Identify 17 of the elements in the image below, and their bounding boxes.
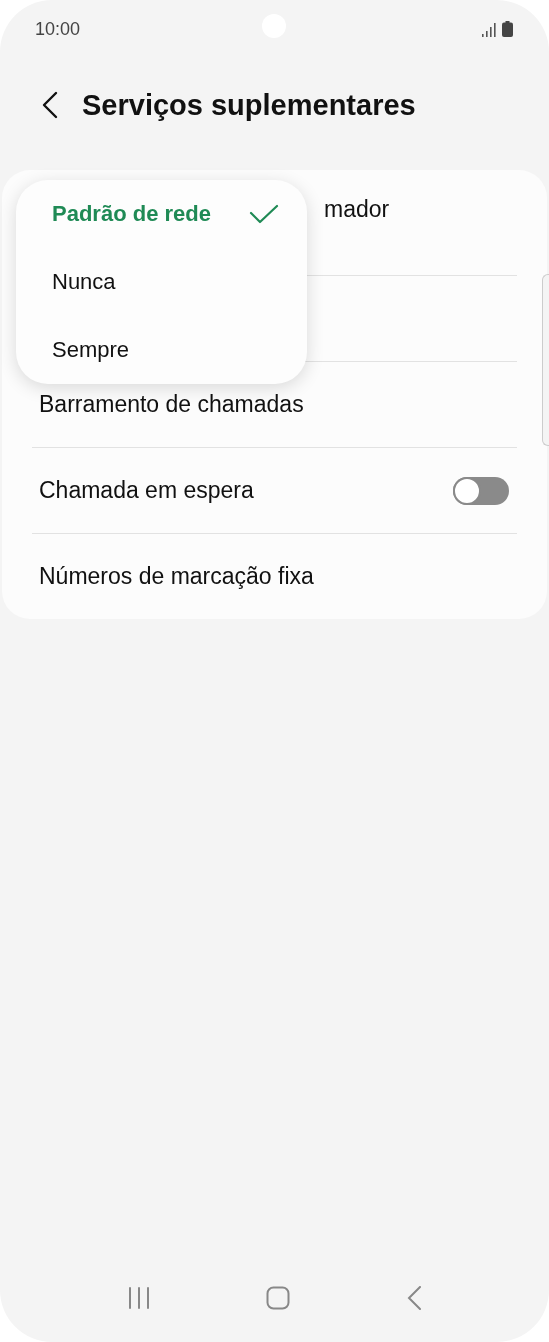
setting-label[interactable]: mador <box>324 196 390 223</box>
edge-handle[interactable] <box>542 274 549 446</box>
setting-label[interactable]: Números de marcação fixa <box>39 563 314 590</box>
setting-label[interactable]: Chamada em espera <box>39 477 254 504</box>
menu-option[interactable]: Nunca <box>52 248 279 316</box>
check-icon <box>249 204 279 224</box>
recent-apps-icon[interactable] <box>128 1287 151 1309</box>
back-icon[interactable] <box>406 1286 421 1310</box>
menu-option[interactable]: Sempre <box>52 316 279 384</box>
menu-option[interactable]: Padrão de rede <box>52 180 279 248</box>
battery-icon <box>502 21 513 37</box>
status-time: 10:00 <box>35 18 81 40</box>
toggle-switch[interactable] <box>453 476 509 505</box>
page-title: Serviços suplementares <box>82 88 416 122</box>
home-icon[interactable] <box>266 1286 291 1310</box>
signal-icon <box>482 23 496 37</box>
setting-label[interactable]: Barramento de chamadas <box>39 391 304 418</box>
